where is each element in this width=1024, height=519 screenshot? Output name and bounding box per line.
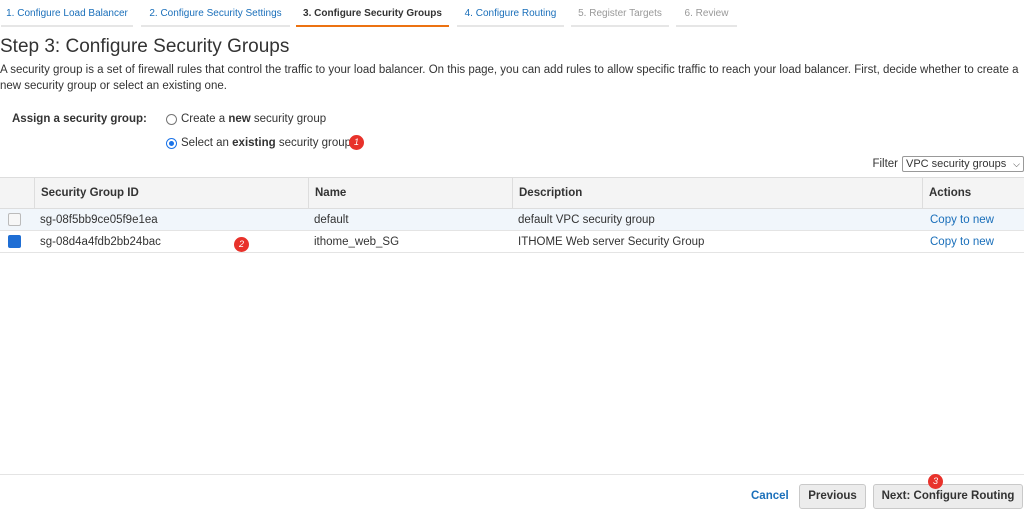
radio-label-new: Create a new security group xyxy=(181,113,327,125)
footer-divider xyxy=(0,474,1024,475)
security-groups-table: Security Group ID Name Description Actio… xyxy=(0,177,1024,253)
tab-register-targets: 5. Register Targets xyxy=(571,3,669,27)
step-badge-1: 1 xyxy=(349,135,364,150)
page-description: A security group is a set of firewall ru… xyxy=(0,64,1019,92)
radio-label-existing: Select an existing security group xyxy=(181,137,352,149)
row-checkbox-checked[interactable] xyxy=(8,235,21,248)
header-description[interactable]: Description xyxy=(512,178,922,208)
cell-security-group-id: sg-08f5bb9ce05f9e1ea xyxy=(40,214,158,226)
header-security-group-id[interactable]: Security Group ID xyxy=(34,178,308,208)
table-row[interactable]: sg-08f5bb9ce05f9e1ea default default VPC… xyxy=(0,209,1024,231)
tab-configure-routing[interactable]: 4. Configure Routing xyxy=(457,3,564,27)
step-badge-3: 3 xyxy=(928,474,943,489)
assign-security-group-label: Assign a security group: xyxy=(12,113,147,125)
radio-select-existing-security-group[interactable]: Select an existing security group xyxy=(166,137,351,149)
cell-name: ithome_web_SG xyxy=(314,236,400,248)
tab-configure-security-groups[interactable]: 3. Configure Security Groups xyxy=(296,3,449,27)
header-select xyxy=(0,178,34,208)
radio-create-new-security-group[interactable]: Create a new security group xyxy=(166,113,326,125)
table-row[interactable]: sg-08d4a4fdb2bb24bac ithome_web_SG ITHOM… xyxy=(0,231,1024,253)
cell-security-group-id: sg-08d4a4fdb2bb24bac xyxy=(40,236,161,248)
copy-to-new-link[interactable]: Copy to new xyxy=(924,231,994,253)
cancel-button[interactable]: Cancel xyxy=(751,490,789,502)
cell-description: default VPC security group xyxy=(518,214,655,226)
header-actions: Actions xyxy=(922,178,1024,208)
header-name[interactable]: Name xyxy=(308,178,512,208)
next-configure-routing-button[interactable]: Next: Configure Routing xyxy=(873,484,1023,509)
radio-button-checked[interactable] xyxy=(166,137,177,149)
filter-select[interactable]: VPC security groups ⌵ xyxy=(902,156,1024,172)
copy-to-new-link[interactable]: Copy to new xyxy=(924,209,994,231)
chevron-down-icon: ⌵ xyxy=(1013,159,1020,169)
cell-description: ITHOME Web server Security Group xyxy=(518,236,705,248)
radio-button[interactable] xyxy=(166,113,177,125)
wizard-steps: 1. Configure Load Balancer 2. Configure … xyxy=(0,0,1024,28)
cell-name: default xyxy=(314,214,349,226)
tab-review: 6. Review xyxy=(676,3,737,27)
tab-configure-security-settings[interactable]: 2. Configure Security Settings xyxy=(141,3,290,27)
tab-configure-load-balancer[interactable]: 1. Configure Load Balancer xyxy=(1,3,133,27)
filter-control: Filter VPC security groups ⌵ xyxy=(872,156,1024,172)
filter-label: Filter xyxy=(872,158,898,170)
page-title: Step 3: Configure Security Groups xyxy=(0,36,290,57)
filter-select-value: VPC security groups xyxy=(906,158,1007,170)
row-checkbox[interactable] xyxy=(8,213,21,226)
step-badge-2: 2 xyxy=(234,237,249,252)
table-header: Security Group ID Name Description Actio… xyxy=(0,177,1024,209)
previous-button[interactable]: Previous xyxy=(799,484,866,509)
